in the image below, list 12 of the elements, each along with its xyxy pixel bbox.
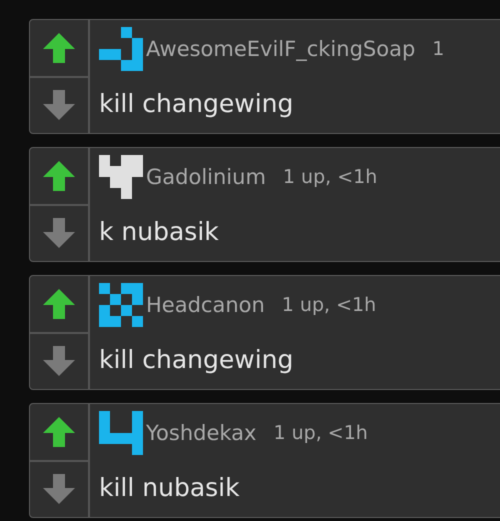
username[interactable]: AwesomeEvilF_ckingSoap <box>146 36 416 60</box>
comment-meta: 1 up, <1h <box>282 294 376 316</box>
comment-meta: 1 <box>432 38 444 60</box>
username[interactable]: Headcanon <box>146 292 265 316</box>
comment-meta: 1 up, <1h <box>273 422 368 444</box>
username[interactable]: Yoshdekax <box>146 420 256 444</box>
comment-text: k nubasik <box>99 216 219 246</box>
username[interactable]: Gadolinium <box>146 164 266 188</box>
comment-meta: 1 up, <1h <box>282 166 378 188</box>
comment-text: kill nubasik <box>99 472 240 502</box>
comment-text: kill changewing <box>99 88 294 118</box>
comment-text: kill changewing <box>99 344 294 374</box>
